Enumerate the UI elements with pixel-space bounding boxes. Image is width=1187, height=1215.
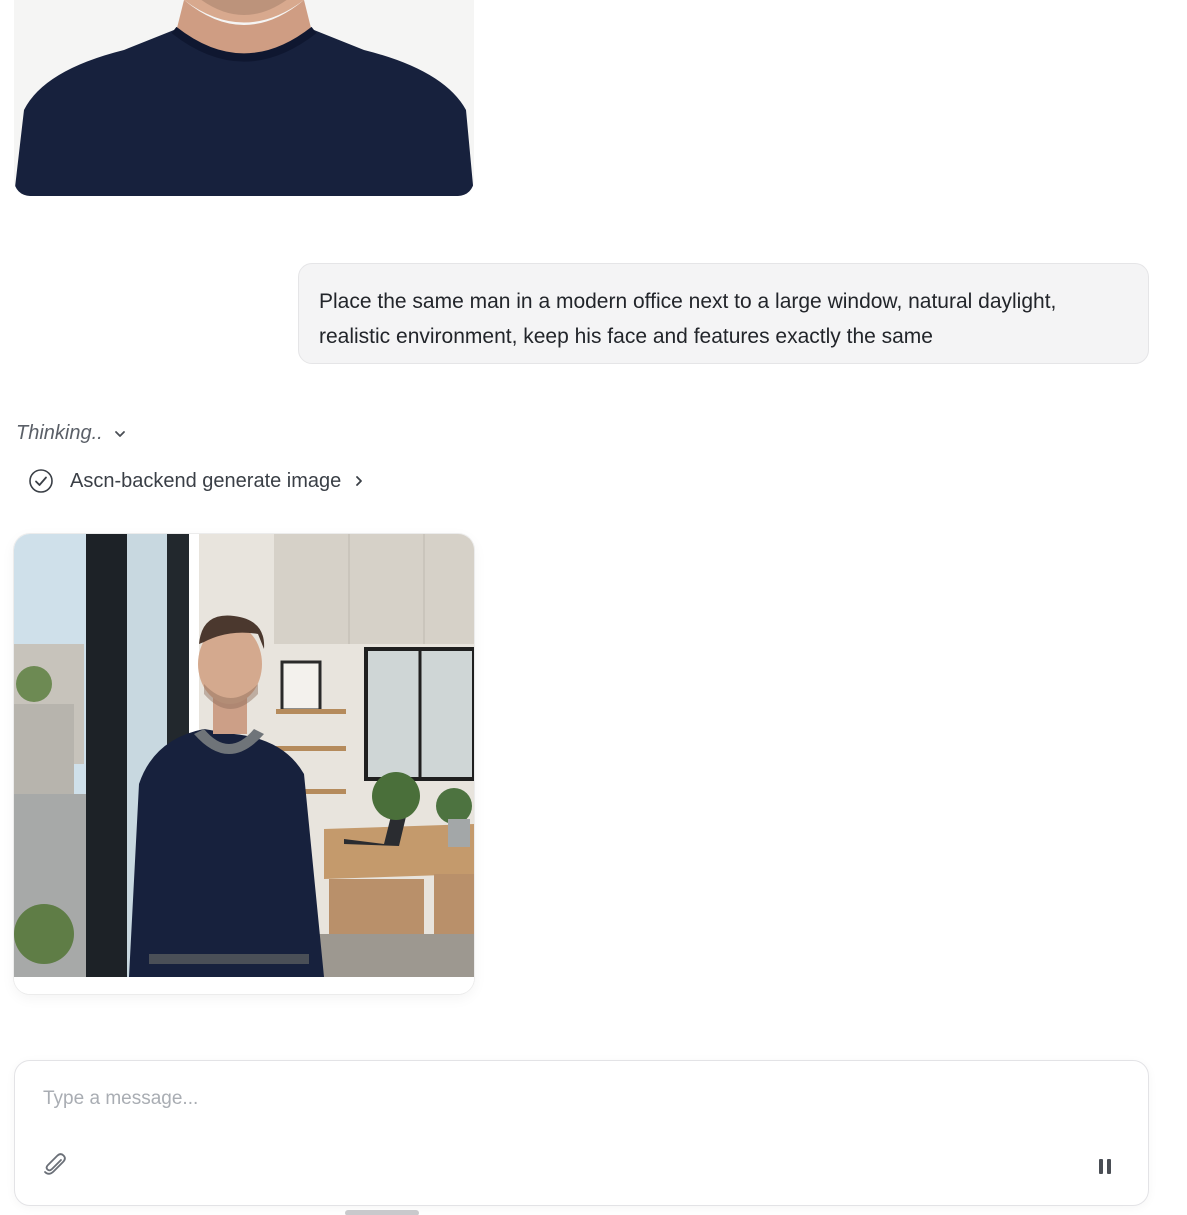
- chevron-right-icon: [356, 476, 363, 486]
- thinking-label: Thinking..: [16, 422, 103, 444]
- generated-office-image: [14, 534, 474, 994]
- pause-button[interactable]: [1090, 1151, 1120, 1181]
- user-message-text: Place the same man in a modern office ne…: [319, 290, 1057, 348]
- previous-image-card[interactable]: [14, 0, 474, 196]
- scroll-handle[interactable]: [345, 1210, 419, 1215]
- previous-portrait-image: [14, 0, 474, 196]
- attach-button[interactable]: [39, 1149, 71, 1181]
- generated-image-card[interactable]: [14, 534, 474, 994]
- user-message-bubble: Place the same man in a modern office ne…: [298, 263, 1149, 364]
- tool-call-label: Ascn-backend generate image: [70, 469, 342, 492]
- thinking-toggle[interactable]: Thinking..: [16, 422, 127, 445]
- message-input[interactable]: [43, 1083, 1043, 1115]
- chevron-down-icon: [114, 430, 125, 437]
- check-circle-icon: [29, 469, 53, 493]
- pause-icon: [1099, 1158, 1103, 1174]
- chat-page: Place the same man in a modern office ne…: [0, 0, 1187, 1215]
- tool-call-row[interactable]: Ascn-backend generate image: [28, 468, 365, 494]
- message-composer: [14, 1060, 1149, 1206]
- paperclip-icon: [44, 1153, 66, 1175]
